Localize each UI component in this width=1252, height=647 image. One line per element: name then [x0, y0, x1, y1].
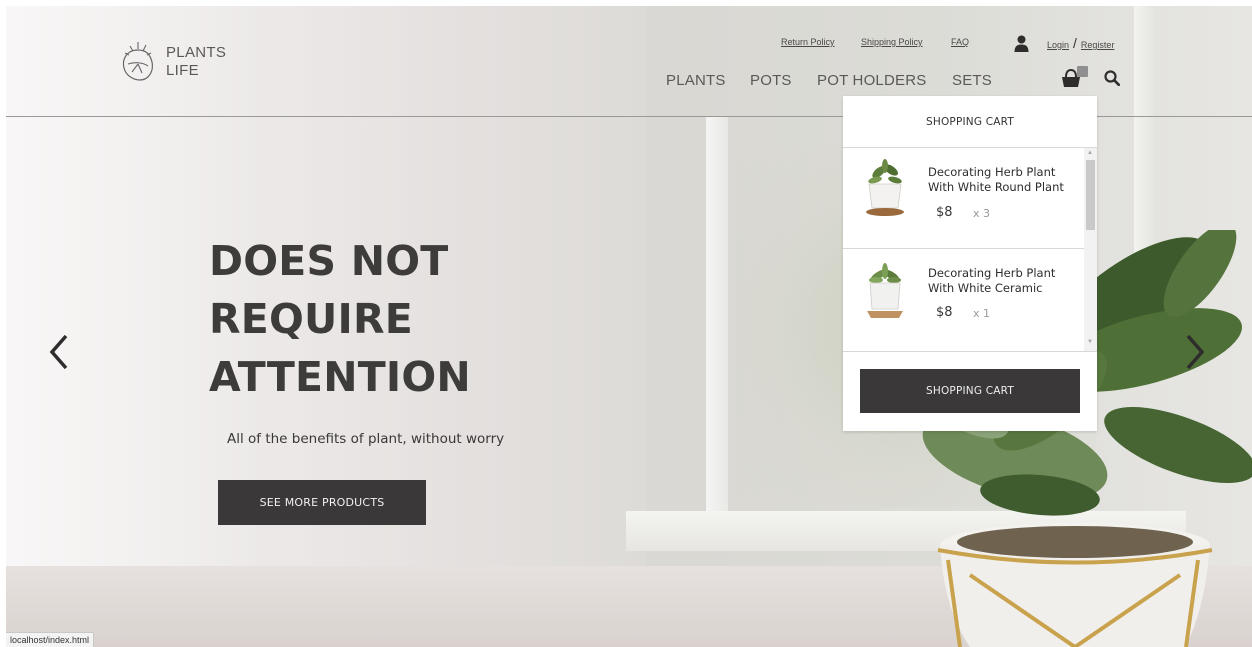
hero-subline: All of the benefits of plant, without wo…: [227, 431, 505, 447]
faq-link[interactable]: FAQ: [951, 37, 969, 47]
scroll-down-icon[interactable]: ▼: [1087, 339, 1093, 345]
plant-pot: [937, 523, 1213, 647]
auth-separator: /: [1073, 35, 1077, 51]
auth-links: Login / Register: [1047, 35, 1114, 51]
product-thumbnail: [867, 263, 903, 318]
scroll-up-icon[interactable]: ▲: [1087, 150, 1093, 156]
see-more-products-button[interactable]: SEE MORE PRODUCTS: [218, 480, 426, 525]
cart-dropdown: SHOPPING CART Decorating Herb Plant With…: [843, 96, 1097, 431]
shipping-policy-link[interactable]: Shipping Policy: [861, 37, 923, 47]
product-thumbnail: [866, 159, 904, 216]
window-frame: [706, 116, 728, 536]
nav-item-pot-holders[interactable]: POT HOLDERS: [817, 72, 926, 89]
nav-item-sets[interactable]: SETS: [952, 72, 992, 89]
headline-line: ATTENTION: [209, 353, 471, 401]
cart-item-price: $8: [936, 205, 953, 220]
shopping-cart-button[interactable]: SHOPPING CART: [860, 369, 1080, 413]
cart-scrollbar-thumb[interactable]: [1086, 160, 1095, 230]
nav-item-plants[interactable]: PLANTS: [666, 72, 726, 89]
headline-line: DOES NOT: [209, 237, 449, 285]
headline-line: REQUIRE: [209, 295, 413, 343]
cart-item-price: $8: [936, 305, 953, 320]
leaf-logo-icon: [122, 42, 153, 81]
register-link[interactable]: Register: [1081, 40, 1115, 50]
return-policy-link[interactable]: Return Policy: [781, 37, 835, 47]
hero-headline: DOES NOT REQUIRE ATTENTION: [209, 232, 549, 406]
logo-wordmark: PLANTS LIFE: [166, 44, 226, 80]
cart-item-name: Decorating Herb Plant With White Round P…: [928, 165, 1064, 194]
cart-item-qty: x 1: [973, 307, 991, 320]
chevron-right-icon[interactable]: [1180, 330, 1210, 374]
cart-divider: [843, 351, 1097, 352]
site-logo[interactable]: PLANTS LIFE: [118, 40, 238, 84]
user-icon[interactable]: [1014, 35, 1029, 52]
chevron-left-icon[interactable]: [44, 330, 74, 374]
cart-item-qty: x 3: [973, 207, 991, 220]
cart-count-badge: [1077, 66, 1088, 77]
search-icon[interactable]: [1104, 70, 1120, 86]
logo-line-1: PLANTS: [166, 44, 227, 61]
nav-item-pots[interactable]: POTS: [750, 72, 792, 89]
status-bar-url: localhost/index.html: [6, 632, 95, 647]
cart-item[interactable]: Decorating Herb Plant With White Round P…: [843, 148, 1084, 248]
logo-line-2: LIFE: [166, 62, 199, 79]
cart-title: SHOPPING CART: [926, 115, 1014, 128]
cart-item[interactable]: Decorating Herb Plant With White Ceramic…: [843, 249, 1084, 349]
cart-item-name: Decorating Herb Plant With White Ceramic: [928, 266, 1056, 295]
login-link[interactable]: Login: [1047, 40, 1069, 50]
